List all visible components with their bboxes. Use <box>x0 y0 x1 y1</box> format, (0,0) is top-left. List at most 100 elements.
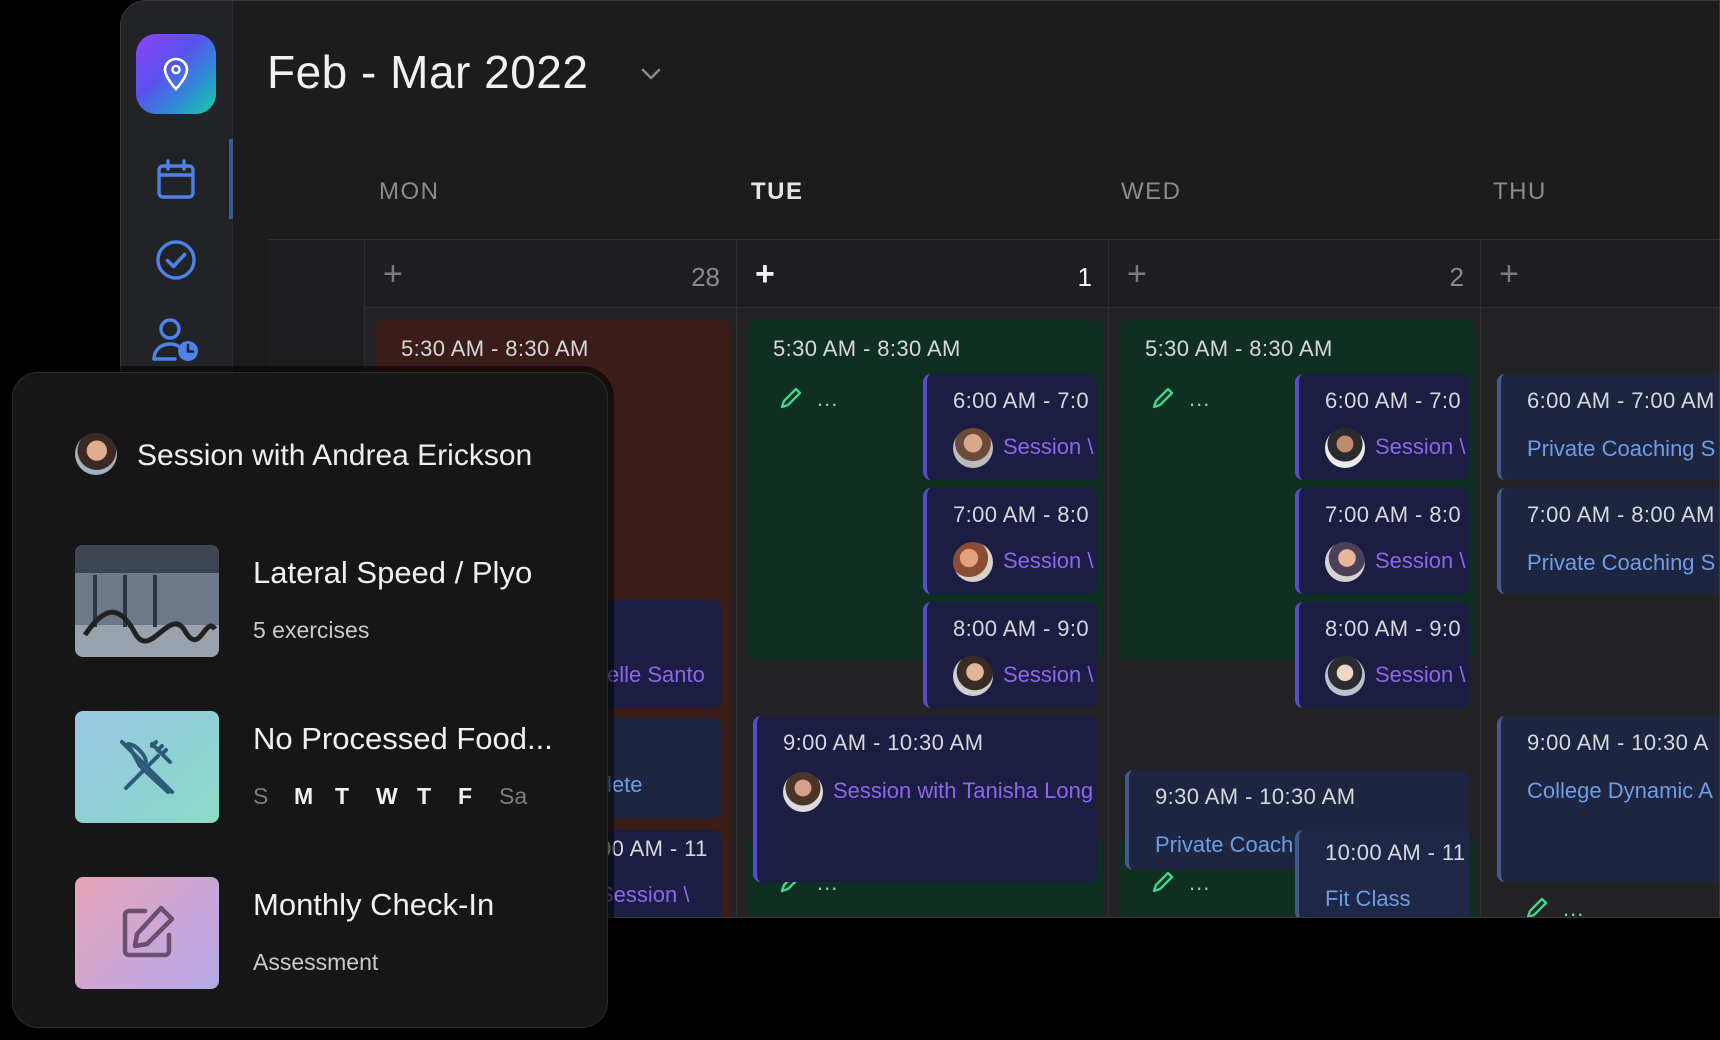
event-title: Session \ <box>1003 434 1094 459</box>
event-title: Session with Tanisha Long <box>833 778 1094 803</box>
pencil-icon[interactable] <box>1149 384 1177 412</box>
avatar <box>953 428 993 468</box>
add-event-button[interactable]: + <box>1499 257 1519 291</box>
date-number: 1 <box>1077 262 1092 292</box>
day-cell-header: + 1 <box>737 240 1108 308</box>
fork-knife-crossed-icon <box>120 740 174 794</box>
more-options[interactable]: ... <box>817 386 838 412</box>
add-event-button[interactable]: + <box>1127 257 1147 291</box>
event-card[interactable]: 9:00 AM - 10:30 AM Session with Tanisha … <box>753 716 1097 882</box>
item-title[interactable]: No Processed Food... <box>253 721 553 757</box>
event-time: 00 AM - 11 <box>599 836 708 861</box>
event-time: 8:00 AM - 9:0 <box>953 616 1090 641</box>
workout-thumbnail[interactable] <box>75 545 219 657</box>
workout-photo <box>75 545 219 657</box>
event-time: 7:00 AM - 8:0 <box>953 502 1090 527</box>
event-time: 6:00 AM - 7:0 <box>953 388 1090 413</box>
event-time: 5:30 AM - 8:30 AM <box>401 336 589 361</box>
avatar <box>1325 428 1365 468</box>
weekday: T <box>417 783 432 809</box>
avatar <box>1325 542 1365 582</box>
event-card[interactable]: 7:00 AM - 8:0 Session \ <box>923 488 1097 594</box>
event-title: Private Coach <box>1155 832 1294 857</box>
weekday: W <box>376 783 398 809</box>
weekday: Sa <box>499 783 528 809</box>
day-column-tue: + 1 5:30 AM - 8:30 AM ... ... 6:00 AM - … <box>737 240 1109 917</box>
day-cell-header: + 2 <box>1109 240 1480 308</box>
chevron-down-icon <box>641 68 661 80</box>
event-title: Session \ <box>1375 548 1466 573</box>
day-header-mon: MON <box>379 178 440 205</box>
nav-tasks[interactable] <box>151 235 201 285</box>
nav-active-indicator <box>229 139 233 219</box>
location-pin-icon <box>163 57 189 91</box>
day-header-tue: TUE <box>751 178 804 205</box>
date-number: 2 <box>1449 262 1464 292</box>
pencil-icon[interactable] <box>777 384 805 412</box>
event-card[interactable]: 6:00 AM - 7:0 Session \ <box>1295 374 1469 480</box>
event-card[interactable]: 6:00 AM - 7:00 AM Private Coaching S <box>1497 374 1719 480</box>
event-time: 9:00 AM - 10:30 A <box>1527 730 1709 755</box>
event-title: Private Coaching S <box>1527 550 1716 575</box>
event-time: 5:30 AM - 8:30 AM <box>1145 336 1333 361</box>
pencil-icon[interactable] <box>1523 894 1551 918</box>
habit-schedule: S M T W T F Sa <box>253 783 540 810</box>
event-card[interactable]: 7:00 AM - 8:00 AM Private Coaching S <box>1497 488 1719 594</box>
more-options[interactable]: ... <box>1189 870 1210 896</box>
event-time: 6:00 AM - 7:0 <box>1325 388 1462 413</box>
item-title[interactable]: Monthly Check-In <box>253 887 494 923</box>
event-card[interactable]: 8:00 AM - 9:0 Session \ <box>923 602 1097 708</box>
app-logo[interactable] <box>136 34 216 114</box>
item-subtitle: 5 exercises <box>253 617 370 643</box>
day-column-thu: + 6:00 AM - 7:00 AM Private Coaching S 7… <box>1481 240 1719 918</box>
day-column-wed: + 2 5:30 AM - 8:30 AM ... ... 6:00 AM - … <box>1109 240 1481 917</box>
event-card[interactable]: 8:00 AM - 9:0 Session \ <box>1295 602 1469 708</box>
event-title: Session \ <box>1003 548 1094 573</box>
more-options[interactable]: ... <box>1189 386 1210 412</box>
session-title: Session with Andrea Erickson <box>137 439 533 472</box>
event-title: Session \ <box>1375 662 1466 687</box>
add-event-button[interactable]: + <box>755 257 775 291</box>
event-time: 8:00 AM - 9:0 <box>1325 616 1462 641</box>
avatar <box>953 656 993 696</box>
pencil-icon[interactable] <box>1149 868 1177 896</box>
nav-clients[interactable] <box>151 315 201 365</box>
day-cell-header: + 28 <box>365 240 736 308</box>
check-circle-icon <box>156 240 196 280</box>
event-title: Private Coaching S <box>1527 436 1716 461</box>
event-title: Session \ <box>1375 434 1466 459</box>
day-header-wed: WED <box>1121 178 1182 205</box>
habit-thumbnail[interactable] <box>75 711 219 823</box>
add-event-button[interactable]: + <box>383 257 403 291</box>
avatar <box>953 542 993 582</box>
day-cell-header: + <box>1481 240 1719 308</box>
page-title: Feb - Mar 2022 <box>267 46 589 98</box>
event-card[interactable]: 9:00 AM - 10:30 A College Dynamic A <box>1497 716 1719 882</box>
event-title: College Dynamic A <box>1527 778 1713 803</box>
event-time: 6:00 AM - 7:00 AM <box>1527 388 1715 413</box>
session-details-card: Session with Andrea Erickson Lateral Spe… <box>12 372 608 1028</box>
event-card[interactable]: 10:00 AM - 11 Fit Class <box>1295 830 1469 917</box>
item-subtitle: Assessment <box>253 949 379 975</box>
event-title: Session \ <box>599 882 690 907</box>
weekday: F <box>458 783 473 809</box>
weekday: T <box>335 783 350 809</box>
event-time: 7:00 AM - 8:0 <box>1325 502 1462 527</box>
event-time: 5:30 AM - 8:30 AM <box>773 336 961 361</box>
nav-calendar[interactable] <box>151 155 201 205</box>
date-range-dropdown[interactable] <box>636 59 666 89</box>
event-time: 7:00 AM - 8:00 AM <box>1527 502 1715 527</box>
event-title: lete <box>607 772 643 797</box>
calendar-icon <box>157 159 195 199</box>
avatar <box>75 433 117 475</box>
event-card[interactable]: 6:00 AM - 7:0 Session \ <box>923 374 1097 480</box>
event-time: 10:00 AM - 11 <box>1325 840 1466 865</box>
date-number: 28 <box>691 262 720 292</box>
item-title[interactable]: Lateral Speed / Plyo <box>253 555 532 591</box>
event-card[interactable]: 7:00 AM - 8:0 Session \ <box>1295 488 1469 594</box>
avatar <box>783 772 823 812</box>
more-options[interactable]: ... <box>1563 896 1584 917</box>
event-time: 9:30 AM - 10:30 AM <box>1155 784 1356 809</box>
event-title: Session \ <box>1003 662 1094 687</box>
assessment-thumbnail[interactable] <box>75 877 219 989</box>
